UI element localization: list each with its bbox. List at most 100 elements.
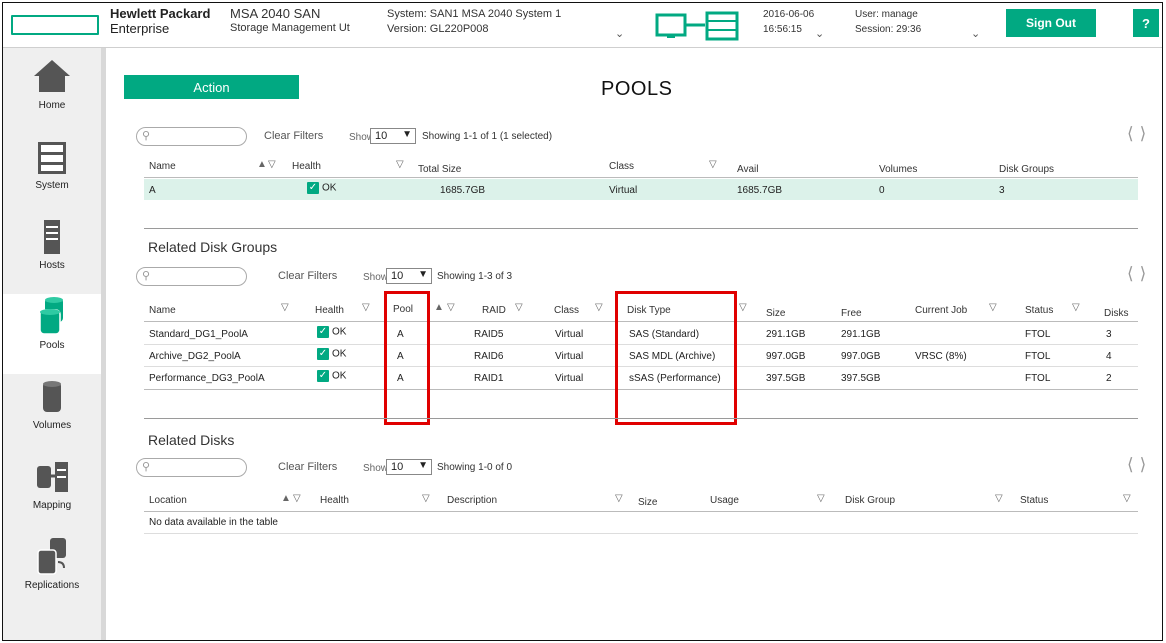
table-row[interactable] (144, 179, 1138, 200)
section-divider (144, 418, 1138, 419)
product-line1: MSA 2040 SAN (230, 6, 321, 21)
search-icon: ⚲ (142, 461, 151, 473)
filter-icon[interactable]: ▽ (268, 159, 276, 170)
sidebar-item-mapping[interactable]: Mapping (3, 454, 101, 534)
col-header-name[interactable]: Name (149, 161, 176, 172)
mapping-icon (37, 462, 68, 492)
col-header-total-size[interactable]: Total Size (418, 164, 461, 175)
system-chevron-down-icon[interactable]: ⌄ (615, 27, 624, 40)
filter-icon[interactable]: ▽ (515, 302, 523, 313)
filter-icon[interactable]: ▽ (989, 302, 997, 313)
filter-icon[interactable]: ▽ (396, 159, 404, 170)
filter-icon[interactable]: ▽ (709, 159, 717, 170)
pools-pager[interactable]: ⟨⟩ (1127, 124, 1152, 144)
datetime-chevron-down-icon[interactable]: ⌄ (815, 27, 824, 40)
sidebar-item-label: Volumes (32, 420, 72, 431)
col-header-disks[interactable]: Disks (1104, 308, 1128, 319)
sidebar-item-label: Pools (39, 340, 65, 351)
sidebar-item-system[interactable]: System (3, 134, 101, 214)
col-header-avail[interactable]: Avail (737, 164, 759, 175)
cell-size: 997.0GB (766, 351, 806, 362)
filter-icon[interactable]: ▽ (615, 493, 623, 504)
col-header-status[interactable]: Status (1025, 305, 1053, 316)
sidebar-item-label: Replications (24, 580, 80, 591)
filter-icon[interactable]: ▽ (293, 493, 301, 504)
disk-groups-pager[interactable]: ⟨⟩ (1127, 264, 1152, 284)
user-chevron-down-icon[interactable]: ⌄ (971, 27, 980, 40)
system-info[interactable]: System: SAN1 MSA 2040 System 1 Version: … (387, 7, 561, 37)
disks-search-input[interactable]: ⚲ (136, 458, 247, 477)
filter-icon[interactable]: ▽ (595, 302, 603, 313)
sidebar-item-label: Hosts (39, 260, 65, 271)
pools-showing-count: Showing 1-1 of 1 (1 selected) (422, 131, 553, 142)
check-icon: ✓ (317, 370, 329, 382)
sidebar-item-hosts[interactable]: Hosts (3, 214, 101, 294)
sidebar-item-replications[interactable]: Replications (3, 534, 101, 614)
cell-free: 997.0GB (841, 351, 881, 362)
col-header-description[interactable]: Description (447, 495, 497, 506)
col-header-location[interactable]: Location (149, 495, 187, 506)
col-header-health[interactable]: Health (320, 495, 349, 506)
disk-groups-page-size-select[interactable]: 10 ▼ (386, 268, 432, 284)
sidebar-item-volumes[interactable]: Volumes (3, 374, 101, 454)
cell-raid: RAID6 (474, 351, 504, 362)
hosts-icon (44, 220, 60, 254)
col-header-current-job[interactable]: Current Job (915, 305, 967, 316)
hpe-logo[interactable] (11, 15, 99, 35)
filter-icon[interactable]: ▽ (362, 302, 370, 313)
col-header-disk-group[interactable]: Disk Group (845, 495, 895, 506)
product-name: MSA 2040 SAN Storage Management Ut (230, 6, 350, 36)
col-header-size[interactable]: Size (638, 497, 657, 508)
system-version: Version: GL220P008 (387, 23, 489, 35)
page-title: POOLS (601, 78, 673, 100)
disks-page-size-select[interactable]: 10 ▼ (386, 459, 432, 475)
health-ok: ✓ OK (317, 370, 346, 382)
sidebar-item-pools[interactable]: Pools (3, 294, 101, 374)
col-header-name[interactable]: Name (149, 305, 176, 316)
cell-free: 291.1GB (841, 329, 881, 340)
help-button[interactable]: ? (1133, 9, 1159, 37)
volumes-icon (43, 381, 61, 412)
action-button[interactable]: Action (124, 75, 299, 99)
col-header-class[interactable]: Class (554, 305, 579, 316)
cell-free: 397.5GB (841, 373, 881, 384)
cell-class: Virtual (555, 351, 584, 362)
cell-size: 291.1GB (766, 329, 806, 340)
filter-icon[interactable]: ▽ (447, 302, 455, 313)
col-header-disk-groups[interactable]: Disk Groups (999, 164, 1054, 175)
check-icon: ✓ (317, 348, 329, 360)
filter-icon[interactable]: ▽ (1123, 493, 1131, 504)
col-header-health[interactable]: Health (292, 161, 321, 172)
sign-out-button[interactable]: Sign Out (1006, 9, 1096, 37)
disks-clear-filters-button[interactable]: Clear Filters (278, 461, 337, 473)
sort-asc-icon[interactable]: ▲ (257, 159, 267, 170)
col-header-status[interactable]: Status (1020, 495, 1048, 506)
filter-icon[interactable]: ▽ (422, 493, 430, 504)
section-divider (144, 228, 1138, 229)
col-header-usage[interactable]: Usage (710, 495, 739, 506)
sort-asc-icon[interactable]: ▲ (434, 302, 444, 313)
disk-groups-clear-filters-button[interactable]: Clear Filters (278, 270, 337, 282)
pools-search-input[interactable]: ⚲ (136, 127, 247, 146)
filter-icon[interactable]: ▽ (739, 302, 747, 313)
col-header-class[interactable]: Class (609, 161, 634, 172)
filter-icon[interactable]: ▽ (817, 493, 825, 504)
col-header-volumes[interactable]: Volumes (879, 164, 917, 175)
system-status-icon[interactable] (655, 11, 743, 41)
disks-pager[interactable]: ⟨⟩ (1127, 455, 1152, 475)
col-header-health[interactable]: Health (315, 305, 344, 316)
sidebar-item-home[interactable]: Home (3, 54, 101, 134)
health-text: OK (322, 182, 337, 194)
col-header-raid[interactable]: RAID (482, 305, 506, 316)
pools-page-size-select[interactable]: 10 ▼ (370, 128, 416, 144)
disk-groups-search-input[interactable]: ⚲ (136, 267, 247, 286)
filter-icon[interactable]: ▽ (281, 302, 289, 313)
filter-icon[interactable]: ▽ (995, 493, 1003, 504)
brand-line2: Enterprise (110, 21, 170, 36)
col-header-free[interactable]: Free (841, 308, 862, 319)
health-ok: ✓ OK (317, 326, 346, 338)
col-header-size[interactable]: Size (766, 308, 785, 319)
pools-clear-filters-button[interactable]: Clear Filters (264, 130, 323, 142)
filter-icon[interactable]: ▽ (1072, 302, 1080, 313)
sort-asc-icon[interactable]: ▲ (281, 493, 291, 504)
